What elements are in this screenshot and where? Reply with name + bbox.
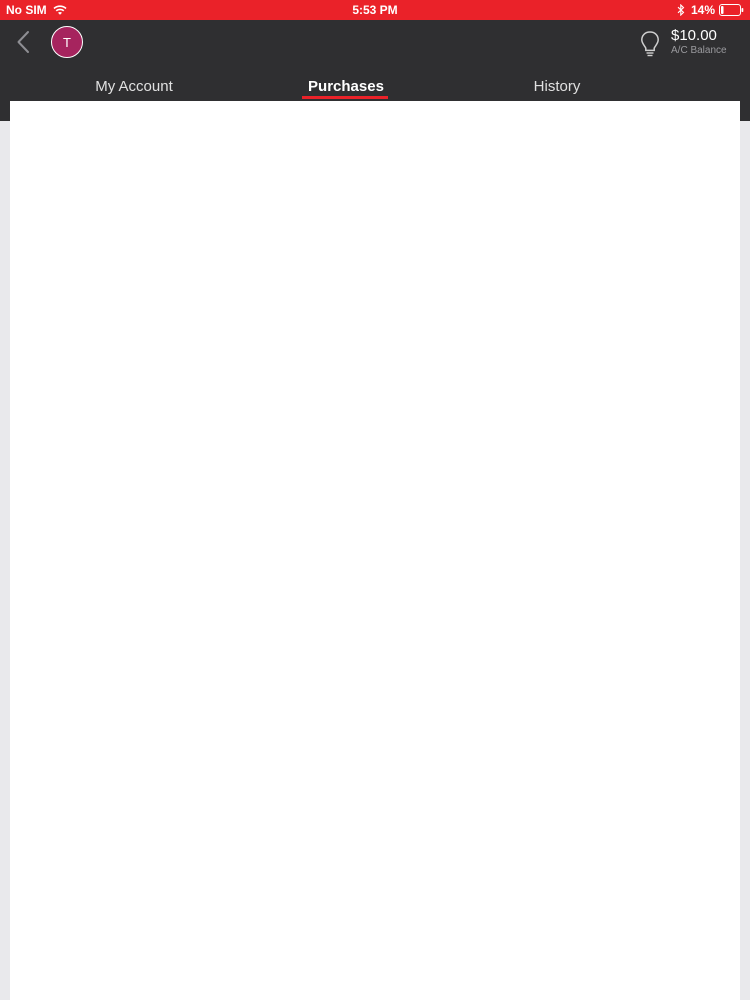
chevron-left-icon[interactable] xyxy=(16,30,30,54)
account-balance: $10.00 A/C Balance xyxy=(671,27,727,57)
tab-history[interactable]: History xyxy=(487,76,627,102)
status-bar: No SIM 5:53 PM 14% xyxy=(0,0,750,20)
status-right: 14% xyxy=(677,3,744,17)
battery-icon xyxy=(719,4,744,16)
balance-amount: $10.00 xyxy=(671,27,717,44)
battery-fill xyxy=(721,6,724,14)
avatar-initial: T xyxy=(63,34,71,50)
status-time: 5:53 PM xyxy=(352,3,398,17)
active-tab-indicator xyxy=(302,96,388,99)
battery-percent: 14% xyxy=(690,3,715,17)
bluetooth-icon xyxy=(677,3,685,17)
tab-my-account[interactable]: My Account xyxy=(64,76,204,102)
balance-label: A/C Balance xyxy=(671,45,727,56)
avatar[interactable]: T xyxy=(51,26,83,58)
lightbulb-icon[interactable] xyxy=(640,30,660,58)
purchases-content-panel xyxy=(10,101,740,1000)
